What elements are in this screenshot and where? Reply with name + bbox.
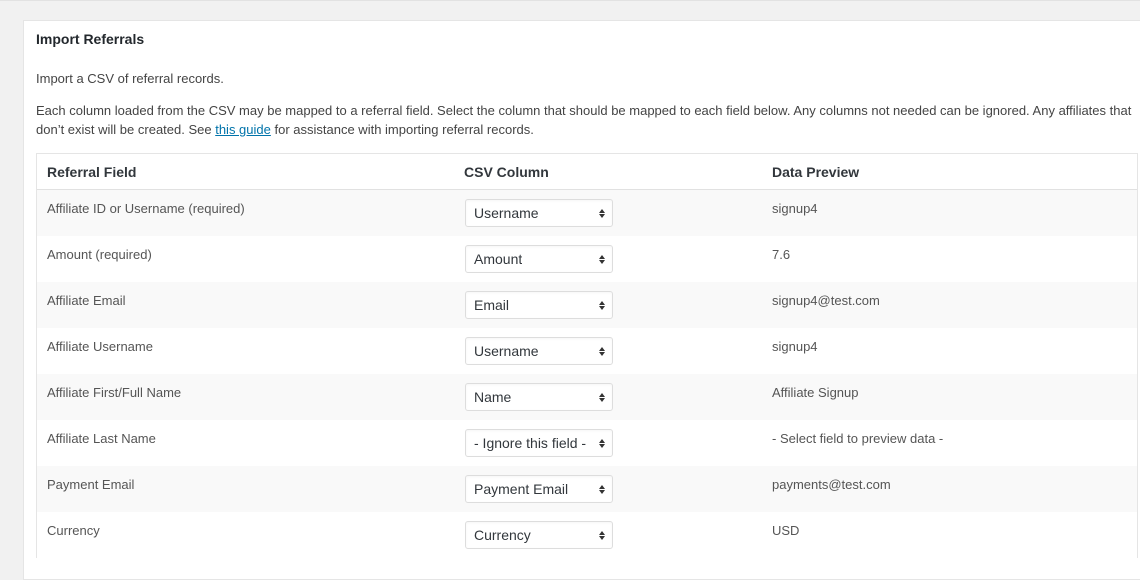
csv-column-select[interactable]: Currency <box>465 521 613 549</box>
csv-column-cell: Username <box>454 328 762 365</box>
header-csv-column: CSV Column <box>464 163 549 180</box>
up-down-chevron-icon <box>598 392 606 402</box>
referral-field-label: Currency <box>47 523 100 538</box>
table-row: Amount (required) Amount 7.6 <box>37 236 1137 282</box>
referral-field-label: Affiliate Username <box>47 339 153 354</box>
referral-field-label: Affiliate First/Full Name <box>47 385 182 400</box>
panel-intro: Import a CSV of referral records. <box>36 71 224 86</box>
data-preview-value: - Select field to preview data - <box>772 431 944 446</box>
csv-column-cell: Currency <box>454 512 762 549</box>
csv-column-cell: Name <box>454 374 762 411</box>
csv-column-cell: Amount <box>454 236 762 273</box>
csv-column-cell: Username <box>454 190 762 227</box>
selected-value: Amount <box>474 251 523 267</box>
description-text-end: for assistance with importing referral r… <box>270 122 534 137</box>
referral-field-label: Payment Email <box>47 477 135 492</box>
table-row: Affiliate Username Username signup4 <box>37 328 1137 374</box>
data-preview-value: payments@test.com <box>772 477 891 492</box>
up-down-chevron-icon <box>598 438 606 448</box>
csv-column-cell: Email <box>454 282 762 319</box>
panel-description: Each column loaded from the CSV may be m… <box>36 101 1136 139</box>
selected-value: Username <box>474 343 539 359</box>
selected-value: Name <box>474 389 512 405</box>
selected-value: - Ignore this field - <box>474 435 587 451</box>
data-preview-value: 7.6 <box>772 247 791 262</box>
up-down-chevron-icon <box>598 254 606 264</box>
referral-field-label: Affiliate ID or Username (required) <box>47 201 245 216</box>
csv-column-select[interactable]: Username <box>465 337 613 365</box>
selected-value: Currency <box>474 527 531 543</box>
csv-column-select[interactable]: Username <box>465 199 613 227</box>
csv-column-select[interactable]: Amount <box>465 245 613 273</box>
table-header: Referral Field CSV Column Data Preview <box>37 154 1137 190</box>
up-down-chevron-icon <box>598 484 606 494</box>
selected-value: Email <box>474 297 510 313</box>
panel-title: Import Referrals <box>36 31 145 47</box>
csv-column-cell: - Ignore this field - <box>454 420 762 457</box>
data-preview-value: signup4 <box>772 201 818 216</box>
table-row: Affiliate ID or Username (required) User… <box>37 190 1137 236</box>
top-band <box>0 0 1140 1</box>
description-text: Each column loaded from the CSV may be m… <box>36 103 1132 137</box>
selected-value: Payment Email <box>474 481 569 497</box>
csv-column-cell: Payment Email <box>454 466 762 503</box>
referral-field-label: Affiliate Last Name <box>47 431 156 446</box>
up-down-chevron-icon <box>598 346 606 356</box>
data-preview-value: signup4 <box>772 339 818 354</box>
csv-column-select[interactable]: Payment Email <box>465 475 613 503</box>
header-referral-field: Referral Field <box>47 163 137 180</box>
guide-link[interactable]: this guide <box>215 122 271 137</box>
up-down-chevron-icon <box>598 530 606 540</box>
csv-column-select[interactable]: - Ignore this field - <box>465 429 613 457</box>
field-mapping-table: Referral Field CSV Column Data Preview A… <box>36 153 1138 558</box>
referral-field-label: Amount (required) <box>47 247 152 262</box>
table-row: Affiliate Email Email signup4@test.com <box>37 282 1137 328</box>
up-down-chevron-icon <box>598 300 606 310</box>
data-preview-value: Affiliate Signup <box>772 385 859 400</box>
table-body: Affiliate ID or Username (required) User… <box>37 190 1137 558</box>
table-row: Affiliate Last Name - Ignore this field … <box>37 420 1137 466</box>
selected-value: Username <box>474 205 539 221</box>
table-row: Affiliate First/Full Name Name Affiliate… <box>37 374 1137 420</box>
import-referrals-panel: Import Referrals Import a CSV of referra… <box>23 20 1140 580</box>
data-preview-value: USD <box>772 523 800 538</box>
csv-column-select[interactable]: Name <box>465 383 613 411</box>
up-down-chevron-icon <box>598 208 606 218</box>
header-data-preview: Data Preview <box>772 163 860 180</box>
referral-field-label: Affiliate Email <box>47 293 126 308</box>
data-preview-value: signup4@test.com <box>772 293 880 308</box>
table-row: Currency Currency USD <box>37 512 1137 558</box>
csv-column-select[interactable]: Email <box>465 291 613 319</box>
table-row: Payment Email Payment Email payments@tes… <box>37 466 1137 512</box>
